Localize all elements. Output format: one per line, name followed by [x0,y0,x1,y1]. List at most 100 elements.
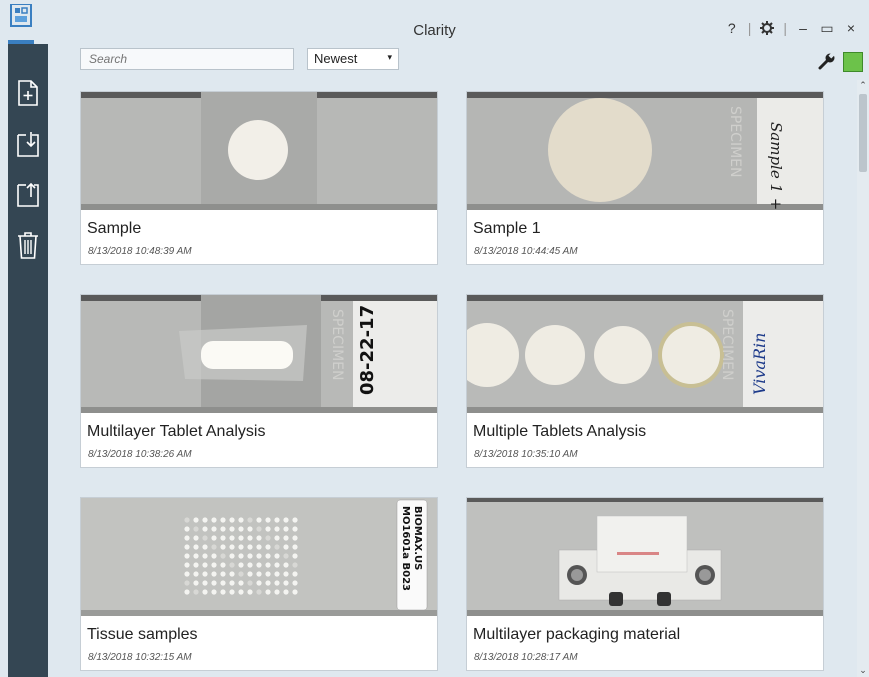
tissue-core [229,571,235,577]
tissue-core [238,517,244,523]
tissue-core [202,562,208,568]
tissue-core [292,571,298,577]
tissue-core [220,571,226,577]
card-title: Tissue samples [87,626,198,643]
trash-icon [18,232,38,259]
tissue-core [211,517,217,523]
close-button[interactable]: × [843,20,859,36]
scrollbar[interactable]: ⌃ ⌄ [857,80,869,677]
wrench-icon[interactable] [818,52,836,70]
import-icon [17,132,39,157]
tissue-core [283,544,289,550]
tissue-core [292,589,298,595]
tissue-core [220,589,226,595]
tissue-core [256,580,262,586]
tissue-core [193,580,199,586]
tissue-core [256,562,262,568]
help-button[interactable]: ? [724,20,740,36]
tissue-core [238,526,244,532]
tissue-core [202,544,208,550]
tissue-core [229,517,235,523]
tissue-core [202,535,208,541]
tissue-core [211,535,217,541]
import-button[interactable] [14,130,42,160]
tissue-core [229,589,235,595]
tissue-core [193,571,199,577]
tissue-core [283,526,289,532]
sort-value: Newest [314,51,358,66]
tissue-core [220,553,226,559]
chevron-down-icon: ▾ [387,52,392,62]
specimen-text: SPECIMEN [727,106,743,177]
tissue-core [193,589,199,595]
sidebar [8,44,48,677]
tissue-core [184,535,190,541]
scan-card[interactable]: SPECIMEN 08-22-17 Multilayer Tablet Anal… [80,294,438,468]
tissue-core [202,589,208,595]
delete-button[interactable] [14,230,42,260]
scan-card[interactable]: SPECIMEN Sample 1 +017 Sample 1 8/13/201… [466,91,824,265]
scan-thumbnail [81,92,437,210]
tissue-core [193,517,199,523]
card-date: 8/13/2018 10:35:10 AM [474,449,578,460]
tissue-core [229,580,235,586]
tissue-core [265,526,271,532]
status-indicator[interactable] [843,52,863,72]
handwritten-label: Sample 1 +017 [767,122,785,210]
tissue-core [193,553,199,559]
tissue-core [211,571,217,577]
scrollbar-thumb[interactable] [859,94,867,172]
card-date: 8/13/2018 10:28:17 AM [474,652,578,663]
tissue-core [202,526,208,532]
tissue-core [247,544,253,550]
tissue-core [274,517,280,523]
tissue-core [238,535,244,541]
sort-dropdown[interactable]: Newest ▾ [307,48,399,70]
tissue-core [238,553,244,559]
scan-card[interactable]: Sample 8/13/2018 10:48:39 AM [80,91,438,265]
tissue-core [247,580,253,586]
scroll-up-icon[interactable]: ⌃ [857,80,869,92]
tissue-core [256,553,262,559]
tissue-core [274,571,280,577]
tissue-core [184,553,190,559]
tissue-core [220,517,226,523]
title-bar: Clarity ? | | – ▭ × [0,0,869,44]
scan-card[interactable]: Multilayer packaging material 8/13/2018 … [466,497,824,671]
new-document-button[interactable] [14,78,42,108]
tissue-core [229,553,235,559]
tissue-core [256,544,262,550]
maximize-button[interactable]: ▭ [819,20,835,36]
tissue-core [211,553,217,559]
scan-card[interactable]: SPECIMEN VivaRin Multiple Tablets Analys… [466,294,824,468]
tissue-core [184,544,190,550]
tissue-core [193,544,199,550]
tissue-core [265,580,271,586]
gear-icon[interactable] [759,21,775,35]
tissue-core [220,544,226,550]
tissue-core [247,589,253,595]
tissue-core [274,544,280,550]
tissue-core [265,535,271,541]
tissue-core [229,535,235,541]
scan-thumbnail: MO1601a B023 BIOMAX.US [81,498,437,616]
tissue-core [283,517,289,523]
tissue-core [247,535,253,541]
tissue-core [274,562,280,568]
scan-card[interactable]: MO1601a B023 BIOMAX.US Tissue samples 8/… [80,497,438,671]
tissue-core [202,580,208,586]
search-input[interactable] [80,48,294,70]
card-date: 8/13/2018 10:44:45 AM [474,246,578,257]
export-button[interactable] [14,180,42,210]
minimize-button[interactable]: – [795,20,811,36]
tissue-core [202,571,208,577]
tissue-core [193,535,199,541]
tissue-core [211,526,217,532]
tissue-core [184,580,190,586]
specimen-text: SPECIMEN [719,309,735,380]
tissue-core [292,580,298,586]
handwritten-label: VivaRin [750,333,769,395]
scroll-down-icon[interactable]: ⌄ [857,665,869,677]
scan-thumbnail [467,498,823,616]
tissue-core [220,580,226,586]
